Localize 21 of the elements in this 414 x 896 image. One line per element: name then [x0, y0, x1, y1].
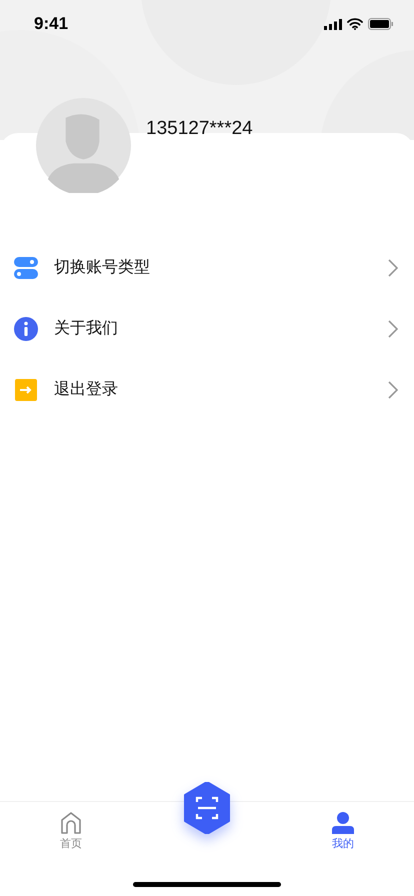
- menu-label: 关于我们: [54, 318, 119, 339]
- wifi-icon: [347, 18, 363, 30]
- chevron-right-icon: [388, 320, 398, 338]
- chevron-right-icon: [388, 380, 398, 398]
- tab[interactable]: 我的: [313, 802, 373, 851]
- chevron-right-icon: [388, 258, 398, 276]
- menu-label: 退出登录: [54, 379, 119, 400]
- info-icon: [14, 316, 38, 340]
- menu-item[interactable]: 关于我们: [0, 298, 414, 359]
- menu-item[interactable]: 切换账号类型: [0, 237, 414, 298]
- scan-button[interactable]: [183, 782, 231, 834]
- toggle-icon: [14, 256, 38, 280]
- menu-item[interactable]: 退出登录: [0, 359, 414, 420]
- phone-number: 135127***24: [146, 118, 253, 140]
- home-icon: [60, 812, 82, 834]
- battery-icon: [368, 18, 394, 30]
- menu-label: 切换账号类型: [54, 257, 151, 278]
- signal-icon: [324, 18, 342, 30]
- user-icon: [332, 812, 354, 834]
- status-time: 9:41: [34, 14, 68, 34]
- tab[interactable]: 首页: [41, 802, 101, 851]
